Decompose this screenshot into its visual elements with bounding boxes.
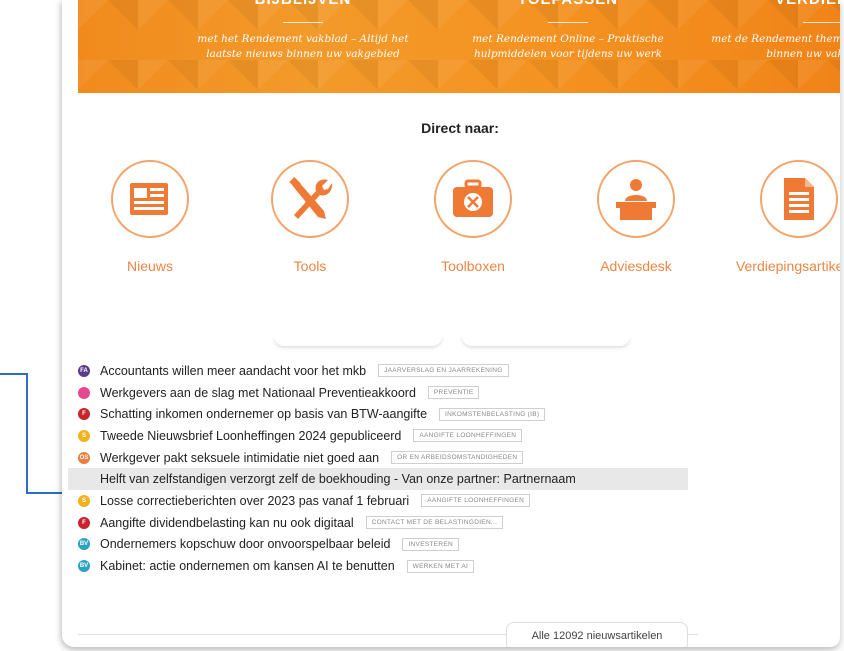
news-tag[interactable]: INVESTEREN (402, 537, 459, 551)
banner-description: met het Rendement vakblad – Altijd het l… (197, 33, 409, 60)
helpdesk-icon (597, 160, 675, 238)
direct-item-tools[interactable]: Tools (245, 160, 375, 274)
banner-title: BIJBLIJVEN (188, 0, 418, 8)
banner-column-3: VERDIEPEN met de Rendement thema's – All… (703, 0, 840, 93)
banner-title: TOEPASSEN (448, 0, 688, 8)
news-title[interactable]: Losse correctieberichten over 2023 pas v… (100, 494, 409, 508)
tab-edge (462, 336, 630, 346)
category-badge: S (78, 429, 90, 442)
category-badge: BV (78, 560, 90, 573)
toolbox-icon (434, 160, 512, 238)
annotation-arrow-line (26, 373, 28, 494)
direct-item-label: Toolboxen (441, 258, 505, 274)
news-title[interactable]: Ondernemers kopschuw door onvoorspelbaar… (100, 537, 390, 551)
banner: BIJBLIJVEN met het Rendement vakblad – A… (78, 0, 840, 93)
tools-icon (271, 160, 349, 238)
news-tag[interactable]: WERKEN MET AI (406, 559, 475, 573)
direct-heading: Direct naar: (421, 120, 499, 136)
news-tag[interactable]: OR EN ARBEIDSOMSTANDIGHEDEN (391, 451, 524, 465)
news-title[interactable]: Accountants willen meer aandacht voor he… (100, 364, 366, 378)
banner-divider (548, 22, 588, 23)
news-title[interactable]: Kabinet: actie ondernemen om kansen AI t… (100, 559, 395, 573)
news-title[interactable]: Aangifte dividendbelasting kan nu ook di… (100, 516, 354, 530)
banner-column-2: TOEPASSEN met Rendement Online – Praktis… (448, 0, 688, 93)
annotation-arrow-top (0, 373, 28, 375)
news-item[interactable]: F Aangifte dividendbelasting kan nu ook … (68, 512, 688, 534)
direct-item-label: Tools (293, 258, 327, 274)
news-item[interactable]: FA Accountants willen meer aandacht voor… (68, 360, 688, 382)
news-item[interactable]: OS Werkgever pakt seksuele intimidatie n… (68, 447, 688, 469)
category-badge: FA (78, 364, 90, 377)
news-item[interactable]: S Tweede Nieuwsbrief Loonheffingen 2024 … (68, 425, 688, 447)
news-item[interactable]: BV Kabinet: actie ondernemen om kansen A… (68, 555, 688, 577)
news-tag[interactable]: JAARVERSLAG EN JAARREKENING (378, 364, 509, 378)
direct-item-nieuws[interactable]: Nieuws (85, 160, 215, 274)
newspaper-icon (111, 160, 189, 238)
page-frame: BIJBLIJVEN met het Rendement vakblad – A… (62, 0, 840, 647)
banner-title: VERDIEPEN (703, 0, 840, 8)
news-title[interactable]: Werkgever pakt seksuele intimidatie niet… (100, 451, 379, 465)
news-title[interactable]: Tweede Nieuwsbrief Loonheffingen 2024 ge… (100, 429, 401, 443)
news-title[interactable]: Schatting inkomen ondernemer op basis va… (100, 407, 427, 421)
news-item[interactable]: F Schatting inkomen ondernemer op basis … (68, 403, 688, 425)
news-tag[interactable]: AANGIFTE LOONHEFFINGEN (413, 429, 523, 443)
news-tag[interactable]: AANGIFTE LOONHEFFINGEN (421, 494, 531, 508)
news-tag[interactable]: PREVENTIE (427, 386, 480, 400)
category-badge: OS (78, 451, 90, 464)
category-badge: F (78, 516, 90, 529)
banner-description: met de Rendement thema's – Alle thema's … (711, 33, 840, 60)
all-news-button[interactable]: Alle 12092 nieuwsartikelen (506, 622, 688, 647)
direct-item-label: Nieuws (127, 258, 173, 274)
category-badge: BV (78, 538, 90, 551)
banner-description: met Rendement Online – Praktische hulpmi… (472, 33, 664, 60)
news-item[interactable]: S Losse correctieberichten over 2023 pas… (68, 490, 688, 512)
category-badge: F (78, 408, 90, 421)
category-badge: S (78, 494, 90, 507)
direct-item-verdiepingsartikelen[interactable]: Verdiepingsartikelen (734, 160, 840, 274)
direct-item-toolboxen[interactable]: Toolboxen (408, 160, 538, 274)
news-item[interactable]: BV Ondernemers kopschuw door onvoorspelb… (68, 534, 688, 556)
direct-item-adviesdesk[interactable]: Adviesdesk (571, 160, 701, 274)
news-tag[interactable]: INKOMSTENBELASTING (IB) (439, 407, 546, 421)
banner-divider (283, 22, 323, 23)
news-item[interactable]: Werkgevers aan de slag met Nationaal Pre… (68, 382, 688, 404)
document-icon (760, 160, 838, 238)
news-title[interactable]: Helft van zelfstandigen verzorgt zelf de… (100, 472, 576, 486)
news-list: FA Accountants willen meer aandacht voor… (68, 360, 688, 577)
annotation-arrow-line-horizontal (26, 492, 66, 494)
banner-column-1: BIJBLIJVEN met het Rendement vakblad – A… (188, 0, 418, 93)
news-tag[interactable]: CONTACT MET DE BELASTINGDIEN... (365, 516, 504, 530)
banner-divider (803, 22, 840, 23)
news-item-highlighted[interactable]: Helft van zelfstandigen verzorgt zelf de… (68, 468, 688, 491)
category-badge (78, 386, 90, 399)
tab-edge (274, 336, 442, 346)
direct-item-label: Adviesdesk (600, 258, 672, 274)
news-title[interactable]: Werkgevers aan de slag met Nationaal Pre… (100, 386, 416, 400)
direct-item-label: Verdiepingsartikelen (735, 258, 840, 274)
